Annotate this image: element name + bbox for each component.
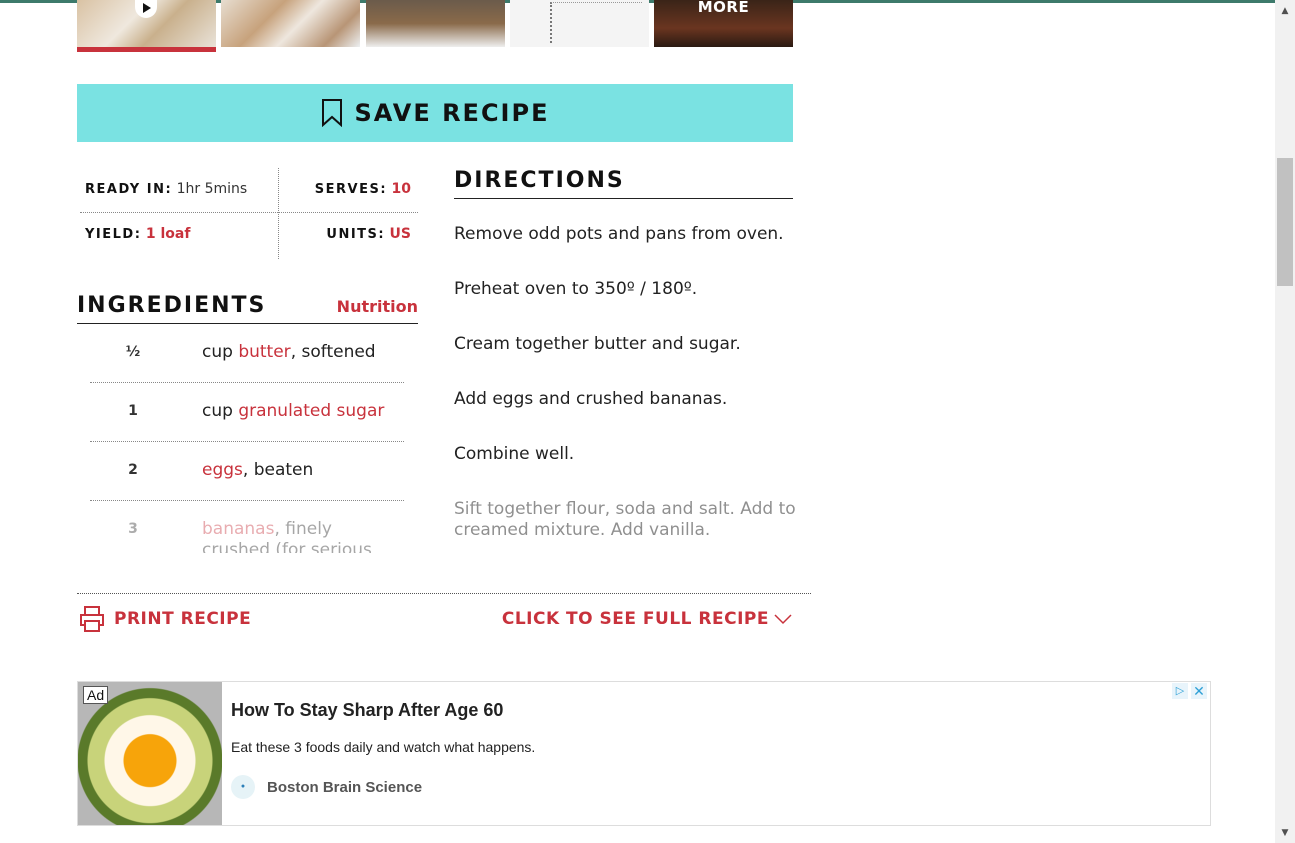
adchoices-icon[interactable]: ▷: [1172, 683, 1188, 699]
thumbnail-video[interactable]: [77, 0, 216, 47]
full-recipe-label: CLICK TO SEE FULL RECIPE: [501, 609, 769, 629]
scrollbar[interactable]: ▲ ▼: [1275, 0, 1295, 843]
ad-brand[interactable]: ● Boston Brain Science: [231, 775, 422, 799]
ingredients-title: INGREDIENTS: [77, 293, 267, 318]
full-recipe-button[interactable]: CLICK TO SEE FULL RECIPE: [502, 609, 793, 629]
direction-step: Remove odd pots and pans from oven.: [454, 224, 784, 244]
ingredient-item: 1 cup granulated sugar: [90, 383, 404, 442]
thumbnail-active-indicator: [77, 47, 216, 52]
ingredient-item: 3 bananas, finely crushed (for serious: [128, 519, 372, 553]
ingredient-item: 2 eggs, beaten: [90, 442, 404, 501]
ready-in: READY IN: 1hr 5mins: [85, 181, 248, 197]
direction-step: Preheat oven to 350º / 180º.: [454, 279, 698, 299]
ad-badge: Ad: [83, 686, 109, 704]
scroll-down-icon[interactable]: ▼: [1275, 825, 1295, 841]
thumbnail-more[interactable]: MORE: [654, 0, 793, 47]
bookmark-icon: [321, 99, 342, 127]
ingredients-header: INGREDIENTS Nutrition: [77, 293, 418, 324]
units[interactable]: UNITS: US: [326, 226, 411, 242]
printer-icon: [80, 606, 104, 632]
thumbnail-photo[interactable]: [510, 0, 649, 47]
ingredient-link[interactable]: bananas: [202, 519, 274, 539]
play-icon: [135, 0, 157, 18]
direction-step: Cream together butter and sugar.: [454, 334, 741, 354]
save-recipe-label: SAVE RECIPE: [354, 99, 550, 127]
print-recipe-label: PRINT RECIPE: [114, 609, 252, 629]
ad-headline[interactable]: How To Stay Sharp After Age 60: [231, 700, 503, 721]
more-label: MORE: [697, 0, 750, 16]
ingredient-link[interactable]: butter: [238, 342, 290, 362]
yield: YIELD: 1 loaf: [85, 226, 191, 242]
save-recipe-button[interactable]: SAVE RECIPE: [77, 84, 793, 142]
scroll-up-icon[interactable]: ▲: [1275, 3, 1295, 19]
thumbnail-photo[interactable]: [221, 0, 360, 47]
brand-logo-icon: ●: [231, 775, 255, 799]
recipe-info: READY IN: 1hr 5mins SERVES: 10 YIELD: 1 …: [77, 168, 418, 259]
directions-header: DIRECTIONS: [454, 168, 793, 199]
ingredient-link[interactable]: granulated sugar: [238, 401, 384, 421]
direction-step: Combine well.: [454, 444, 575, 464]
photo-thumbnails: MORE: [77, 0, 793, 52]
divider: [77, 593, 811, 594]
ingredient-item: ½ cup butter, softened: [90, 324, 404, 383]
print-recipe-button[interactable]: PRINT RECIPE: [79, 605, 251, 633]
scrollbar-thumb[interactable]: [1277, 158, 1293, 286]
chevron-down-icon: [774, 614, 792, 625]
ad-subtext: Eat these 3 foods daily and watch what h…: [231, 739, 536, 755]
ingredient-link[interactable]: eggs: [202, 460, 243, 480]
directions-title: DIRECTIONS: [454, 168, 625, 193]
advertisement[interactable]: Ad How To Stay Sharp After Age 60 Eat th…: [77, 681, 1211, 826]
nutrition-link[interactable]: Nutrition: [337, 297, 418, 316]
close-icon[interactable]: ✕: [1191, 683, 1207, 699]
ad-brand-name: Boston Brain Science: [267, 778, 423, 796]
direction-step: Add eggs and crushed bananas.: [454, 389, 728, 409]
ingredients-list: ½ cup butter, softened 1 cup granulated …: [90, 324, 404, 553]
serves[interactable]: SERVES: 10: [315, 181, 411, 197]
thumbnail-photo[interactable]: [366, 0, 505, 47]
direction-step: Sift together flour, soda and salt. Add …: [454, 499, 796, 537]
